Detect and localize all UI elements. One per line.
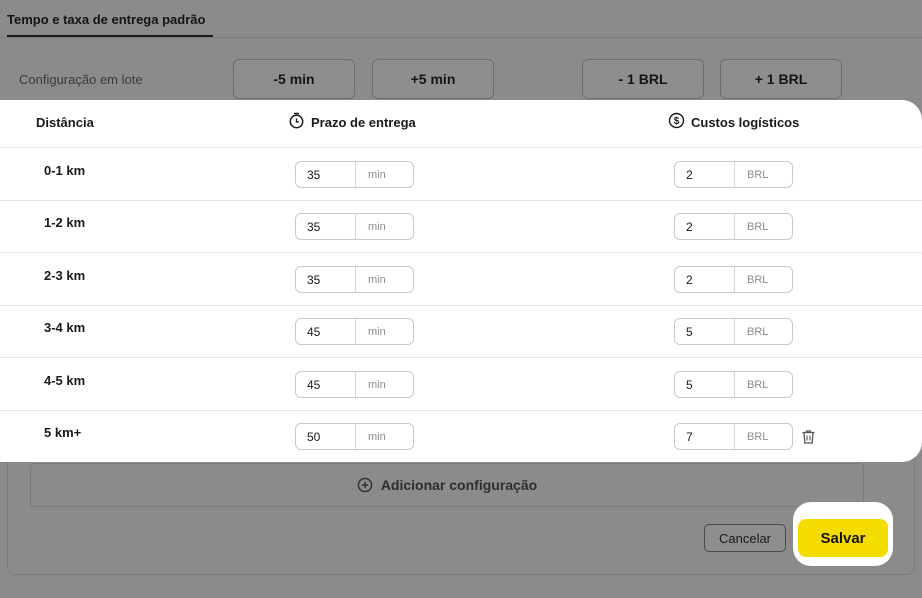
cost-input[interactable]: 2 [675,267,735,292]
cost-input[interactable]: 2 [675,214,735,239]
tab-default-delivery[interactable]: Tempo e taxa de entrega padrão [7,12,205,27]
time-unit: min [368,430,386,443]
time-unit: min [368,273,386,286]
dollar-coin-icon: $ [668,112,685,132]
table-row: 2-3 km 35 min 2 BRL [0,253,922,306]
time-field[interactable]: 45 min [295,371,414,398]
cost-field[interactable]: 2 BRL [674,161,793,188]
cancel-button[interactable]: Cancelar [704,524,786,552]
delivery-table: Distância Prazo de entrega $ Custos logí… [0,100,922,462]
time-unit: min [368,220,386,233]
distance-label: 5 km+ [44,425,82,440]
timer-icon [288,112,305,132]
cost-column-label: Custos logísticos [691,114,800,130]
minus-1-brl-button[interactable]: - 1 BRL [582,59,704,99]
cost-unit: BRL [747,378,769,391]
cost-input[interactable]: 2 [675,162,735,187]
table-row: 4-5 km 45 min 5 BRL [0,358,922,411]
cost-field[interactable]: 5 BRL [674,371,793,398]
time-field[interactable]: 50 min [295,423,414,450]
table-row: 3-4 km 45 min 5 BRL [0,305,922,358]
time-column-label: Prazo de entrega [311,114,416,130]
cost-field[interactable]: 7 BRL [674,423,793,450]
distance-label: 0-1 km [44,163,86,178]
cost-unit: BRL [747,168,769,181]
cost-unit: BRL [747,220,769,233]
plus-5-min-button[interactable]: +5 min [372,59,494,99]
time-field[interactable]: 35 min [295,161,414,188]
plus-circle-icon [357,477,373,493]
time-input[interactable]: 45 [296,372,356,397]
svg-text:$: $ [674,116,680,127]
table-row: 0-1 km 35 min 2 BRL [0,148,922,201]
add-config-button[interactable]: Adicionar configuração [30,463,864,507]
save-button[interactable]: Salvar [798,519,888,557]
cost-field[interactable]: 2 BRL [674,266,793,293]
table-header: Distância Prazo de entrega $ Custos logí… [0,100,922,148]
cost-input[interactable]: 5 [675,319,735,344]
distance-column-header: Distância [36,115,94,130]
time-input[interactable]: 35 [296,214,356,239]
trash-icon[interactable] [801,429,816,450]
distance-label: 2-3 km [44,268,86,283]
cost-column-header: $ Custos logísticos [668,112,799,132]
time-input[interactable]: 50 [296,424,356,449]
minus-5-min-button[interactable]: -5 min [233,59,355,99]
time-input[interactable]: 35 [296,162,356,187]
cost-input[interactable]: 7 [675,424,735,449]
time-input[interactable]: 35 [296,267,356,292]
distance-label: 4-5 km [44,373,86,388]
distance-label: 1-2 km [44,215,86,230]
cost-unit: BRL [747,430,769,443]
time-unit: min [368,168,386,181]
time-unit: min [368,378,386,391]
cost-unit: BRL [747,273,769,286]
add-config-label: Adicionar configuração [380,477,538,493]
time-input[interactable]: 45 [296,319,356,344]
tab-divider [0,37,922,38]
table-row: 1-2 km 35 min 2 BRL [0,200,922,253]
time-field[interactable]: 45 min [295,318,414,345]
time-field[interactable]: 35 min [295,266,414,293]
cost-field[interactable]: 5 BRL [674,318,793,345]
batch-config-label: Configuração em lote [19,72,143,87]
table-row: 5 km+ 50 min 7 BRL [0,410,922,462]
cost-unit: BRL [747,325,769,338]
cost-input[interactable]: 5 [675,372,735,397]
time-unit: min [368,325,386,338]
time-column-header: Prazo de entrega [288,112,416,132]
distance-label: 3-4 km [44,320,86,335]
plus-1-brl-button[interactable]: + 1 BRL [720,59,842,99]
cost-field[interactable]: 2 BRL [674,213,793,240]
time-field[interactable]: 35 min [295,213,414,240]
